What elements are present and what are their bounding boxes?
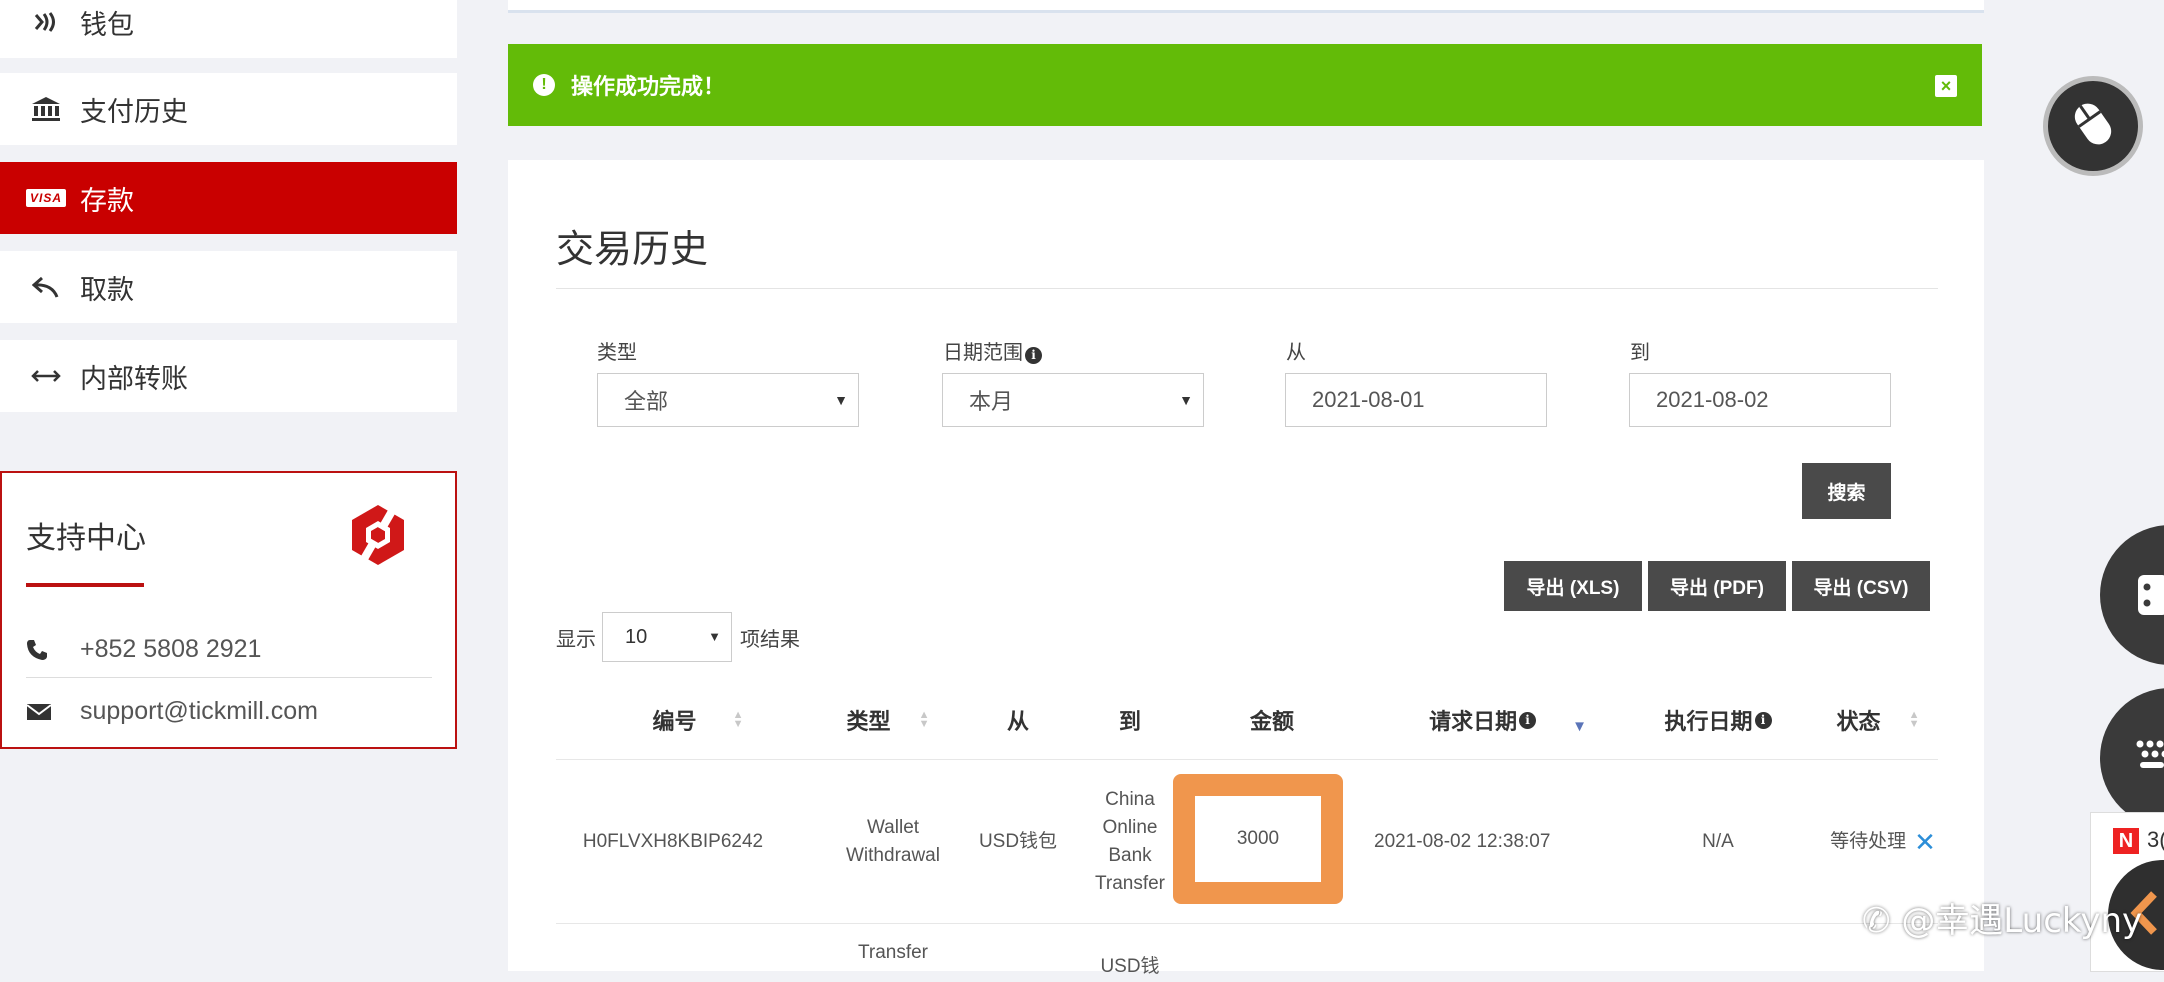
keyboard-icon [2134, 738, 2164, 777]
sidebar-item-label: 钱包 [80, 3, 134, 42]
app-badge: N [2113, 828, 2139, 854]
col-header-exec-date[interactable]: 执行日期i [1633, 704, 1803, 736]
cell-amount: 3000 [1237, 828, 1279, 850]
sidebar-item-deposit[interactable]: VISA 存款 [0, 162, 457, 234]
sidebar-item-label: 取款 [80, 268, 134, 307]
show-label: 显示 [556, 623, 596, 652]
watermark: ✆ @幸遇Luckyny [1862, 893, 2142, 942]
to-date-input[interactable]: 2021-08-02 [1629, 373, 1891, 427]
from-date-value: 2021-08-01 [1312, 387, 1425, 413]
col-header-status[interactable]: 状态 ▲▼ [1808, 704, 1948, 736]
export-xls-button[interactable]: 导出 (XLS) [1504, 561, 1642, 611]
app-thumb-text: 3( [2147, 827, 2164, 853]
search-button[interactable]: 搜索 [1802, 463, 1891, 519]
to-label: 到 [1630, 336, 1650, 365]
row-divider [556, 923, 1938, 924]
date-range-value: 本月 [969, 384, 1013, 416]
type-select-value: 全部 [624, 384, 668, 416]
weibo-icon: ✆ [1862, 901, 1891, 941]
caret-down-icon: ▼ [708, 629, 721, 644]
cell-request-date: 2021-08-02 12:38:07 [1338, 760, 1638, 923]
close-icon[interactable]: × [1935, 75, 1957, 97]
status-text: 等待处理 [1830, 828, 1906, 856]
cell-amount-highlighted: 3000 [1173, 774, 1343, 904]
page-length-value: 10 [625, 626, 647, 649]
cell-type: Wallet Withdrawal [823, 760, 963, 923]
col-header-request-date[interactable]: 请求日期i ▼ [1358, 704, 1658, 736]
support-phone[interactable]: +852 5808 2921 [26, 635, 261, 664]
export-csv-button[interactable]: 导出 (CSV) [1792, 561, 1930, 611]
dice-icon [2136, 573, 2164, 622]
bank-icon [24, 96, 68, 122]
watermark-text: @幸遇Luckyny [1901, 901, 2142, 941]
cell-id: H0FLVXH8KBIP6242 [563, 760, 783, 923]
to-date-value: 2021-08-02 [1656, 387, 1769, 413]
type-label: 类型 [597, 336, 637, 365]
visa-card-icon: VISA [24, 189, 68, 207]
floating-keyboard-button[interactable] [2100, 688, 2164, 828]
info-icon: i [1025, 347, 1042, 364]
results-suffix-label: 项结果 [740, 623, 800, 652]
caret-down-icon: ▼ [834, 392, 848, 408]
date-range-select[interactable]: 本月 ▼ [942, 373, 1204, 427]
col-header-id[interactable]: 编号 ▲▼ [588, 704, 808, 736]
reply-arrow-icon [24, 275, 68, 299]
title-divider [556, 288, 1938, 289]
support-title-underline [26, 583, 144, 587]
sidebar-item-label: 支付历史 [80, 90, 188, 129]
cell-to-partial: USD钱 [1068, 952, 1192, 982]
date-range-label: 日期范围i [943, 336, 1042, 365]
col-header-from[interactable]: 从 [968, 704, 1068, 736]
support-email[interactable]: support@tickmill.com [26, 697, 318, 726]
page-title: 交易历史 [556, 218, 708, 273]
from-label: 从 [1286, 336, 1306, 365]
page-length-select[interactable]: 10 ▼ [602, 612, 732, 662]
phone-icon [26, 639, 66, 661]
cancel-x-icon[interactable]: ✕ [1914, 828, 1936, 856]
sort-icon: ▲▼ [1909, 711, 1920, 729]
sort-icon: ▲▼ [919, 711, 930, 729]
col-header-type[interactable]: 类型 ▲▼ [813, 704, 963, 736]
tickmill-logo [348, 503, 408, 574]
sidebar-item-label: 存款 [80, 179, 134, 218]
sidebar-item-internal-transfer[interactable]: 内部转账 [0, 340, 457, 412]
sort-desc-icon: ▼ [1572, 718, 1587, 735]
export-pdf-button[interactable]: 导出 (PDF) [1648, 561, 1786, 611]
support-email-text: support@tickmill.com [80, 697, 318, 726]
info-icon: i [1519, 712, 1536, 729]
cell-exec-date: N/A [1633, 760, 1803, 923]
col-header-amount[interactable]: 金额 [1192, 704, 1352, 736]
exclamation-icon: ! [533, 74, 555, 96]
transfer-arrows-icon [24, 369, 68, 383]
cell-type-partial: Transfer [823, 938, 963, 968]
sidebar-item-payment-history[interactable]: 支付历史 [0, 73, 457, 145]
type-select[interactable]: 全部 ▼ [597, 373, 859, 427]
alert-message: 操作成功完成！ [571, 69, 725, 101]
sidebar-item-wallet[interactable]: 钱包 [0, 0, 457, 58]
success-alert: ! 操作成功完成！ × [508, 44, 1982, 126]
floating-dice-button[interactable] [2100, 525, 2164, 665]
support-divider [26, 677, 432, 678]
envelope-icon [26, 702, 66, 722]
sidebar-item-label: 内部转账 [80, 357, 188, 396]
sort-icon: ▲▼ [733, 711, 744, 729]
visa-badge: VISA [26, 189, 66, 207]
support-phone-text: +852 5808 2921 [80, 635, 261, 664]
info-icon: i [1755, 712, 1772, 729]
wallet-icon [24, 11, 68, 33]
mouse-icon [2068, 96, 2118, 157]
support-center-panel: 支持中心 +852 5808 2921 support@tickmill.com [0, 471, 457, 749]
mouse-mode-button[interactable] [2043, 76, 2143, 176]
sidebar-item-withdraw[interactable]: 取款 [0, 251, 457, 323]
top-header-strip [508, 0, 1984, 13]
col-header-to[interactable]: 到 [1068, 704, 1192, 736]
support-title: 支持中心 [26, 513, 146, 557]
from-date-input[interactable]: 2021-08-01 [1285, 373, 1547, 427]
caret-down-icon: ▼ [1179, 392, 1193, 408]
